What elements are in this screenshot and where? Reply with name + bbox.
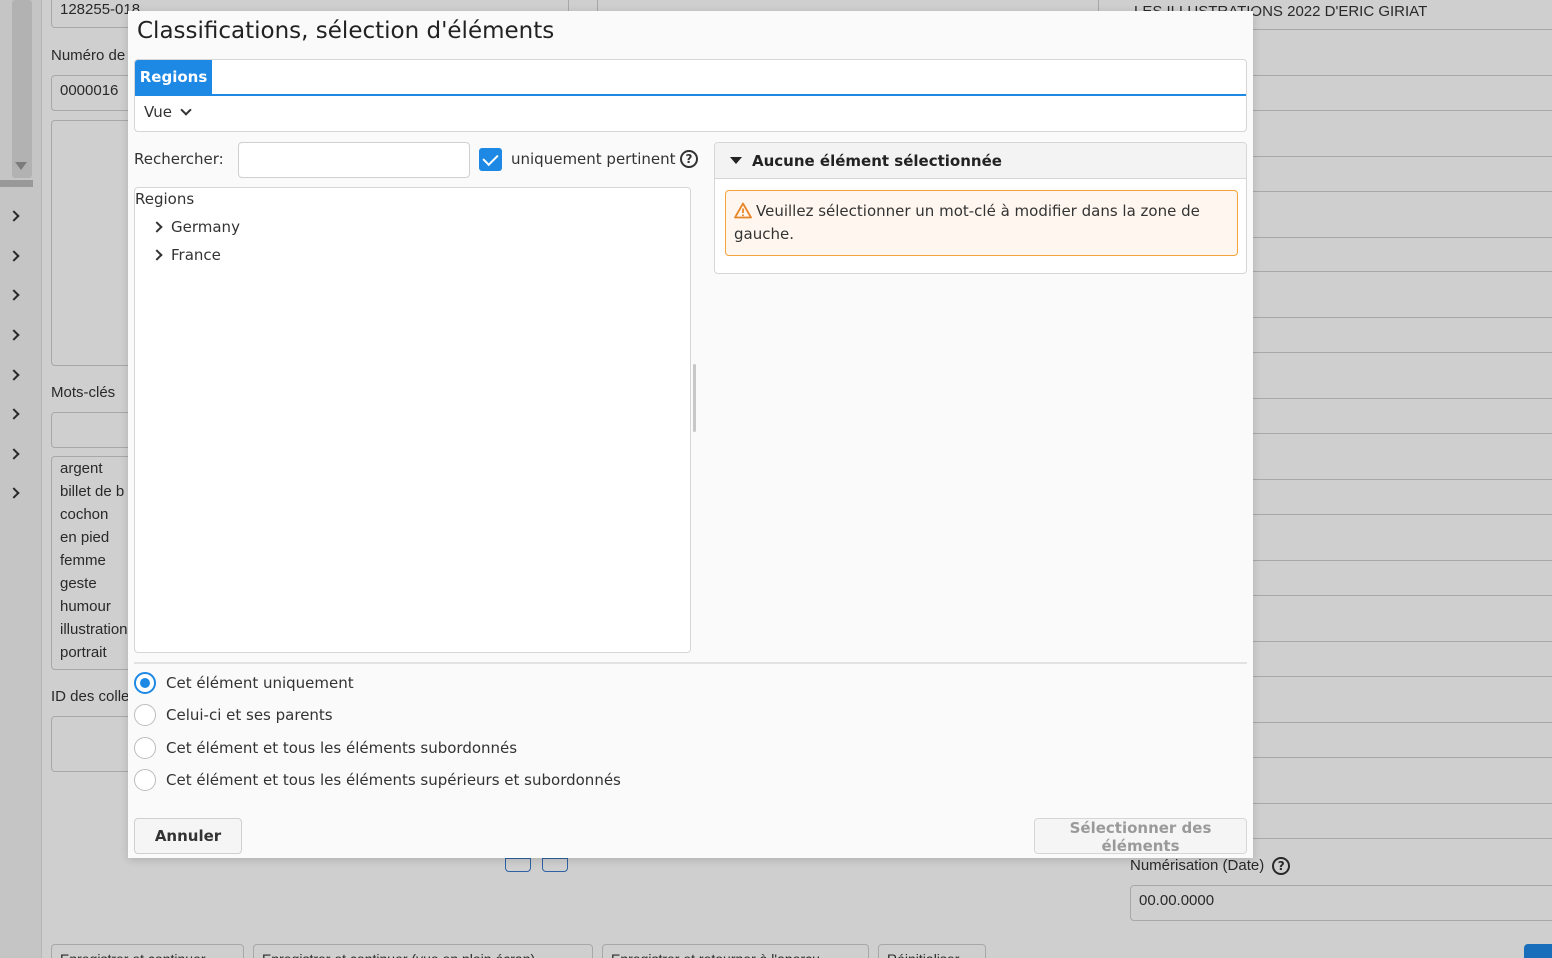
radio-label: Cet élément uniquement <box>166 674 354 692</box>
radio-button[interactable] <box>134 672 156 694</box>
search-input[interactable] <box>238 142 470 178</box>
tabs-panel: Regions Vue <box>134 59 1247 132</box>
tree-node-label: France <box>171 246 221 264</box>
chevron-right-icon[interactable] <box>151 221 163 233</box>
classification-tree: Regions Germany France <box>134 187 691 653</box>
warning-text: Veuillez sélectionner un mot-clé à modif… <box>734 202 1200 243</box>
selection-panel-header[interactable]: Aucune élément sélectionnée <box>715 143 1246 179</box>
radio-label: Cet élément et tous les éléments supérie… <box>166 771 621 789</box>
options-divider <box>134 662 1247 664</box>
selection-title: Aucune élément sélectionnée <box>752 151 1002 170</box>
chevron-down-icon <box>180 104 192 116</box>
view-dropdown[interactable]: Vue <box>144 103 192 121</box>
radio-button[interactable] <box>134 769 156 791</box>
warning-message: Veuillez sélectionner un mot-clé à modif… <box>725 190 1238 256</box>
radio-button[interactable] <box>134 737 156 759</box>
chevron-right-icon[interactable] <box>151 249 163 261</box>
tree-node-label: Germany <box>171 218 240 236</box>
selection-panel: Aucune élément sélectionnée Veuillez sél… <box>714 142 1247 274</box>
radio-option-element-only[interactable]: Cet élément uniquement <box>134 672 354 694</box>
caret-down-icon <box>730 157 742 164</box>
radio-option-superior-and-subordinates[interactable]: Cet élément et tous les éléments supérie… <box>134 769 621 791</box>
tab-regions[interactable]: Regions <box>135 60 212 94</box>
cancel-button[interactable]: Annuler <box>134 818 242 854</box>
radio-option-with-parents[interactable]: Celui-ci et ses parents <box>134 704 333 726</box>
warning-icon <box>734 202 752 219</box>
only-relevant-label: uniquement pertinent <box>511 150 676 168</box>
tree-node-france[interactable]: France <box>151 246 221 264</box>
search-label: Rechercher: <box>134 150 224 168</box>
only-relevant-checkbox[interactable] <box>479 148 502 171</box>
view-dropdown-label: Vue <box>144 103 172 121</box>
radio-label: Cet élément et tous les éléments subordo… <box>166 739 518 757</box>
dialog-title: Classifications, sélection d'éléments <box>137 18 555 44</box>
tree-node-germany[interactable]: Germany <box>151 218 240 236</box>
classification-dialog: Classifications, sélection d'éléments Re… <box>128 11 1253 858</box>
tree-root-label: Regions <box>135 190 195 208</box>
pane-splitter-handle[interactable] <box>693 364 696 432</box>
select-elements-button[interactable]: Sélectionner des éléments <box>1034 818 1247 855</box>
radio-button[interactable] <box>134 704 156 726</box>
radio-label: Celui-ci et ses parents <box>166 706 333 724</box>
tab-strip: Regions <box>135 60 1246 96</box>
radio-option-with-subordinates[interactable]: Cet élément et tous les éléments subordo… <box>134 737 517 759</box>
help-icon[interactable]: ? <box>680 150 698 168</box>
